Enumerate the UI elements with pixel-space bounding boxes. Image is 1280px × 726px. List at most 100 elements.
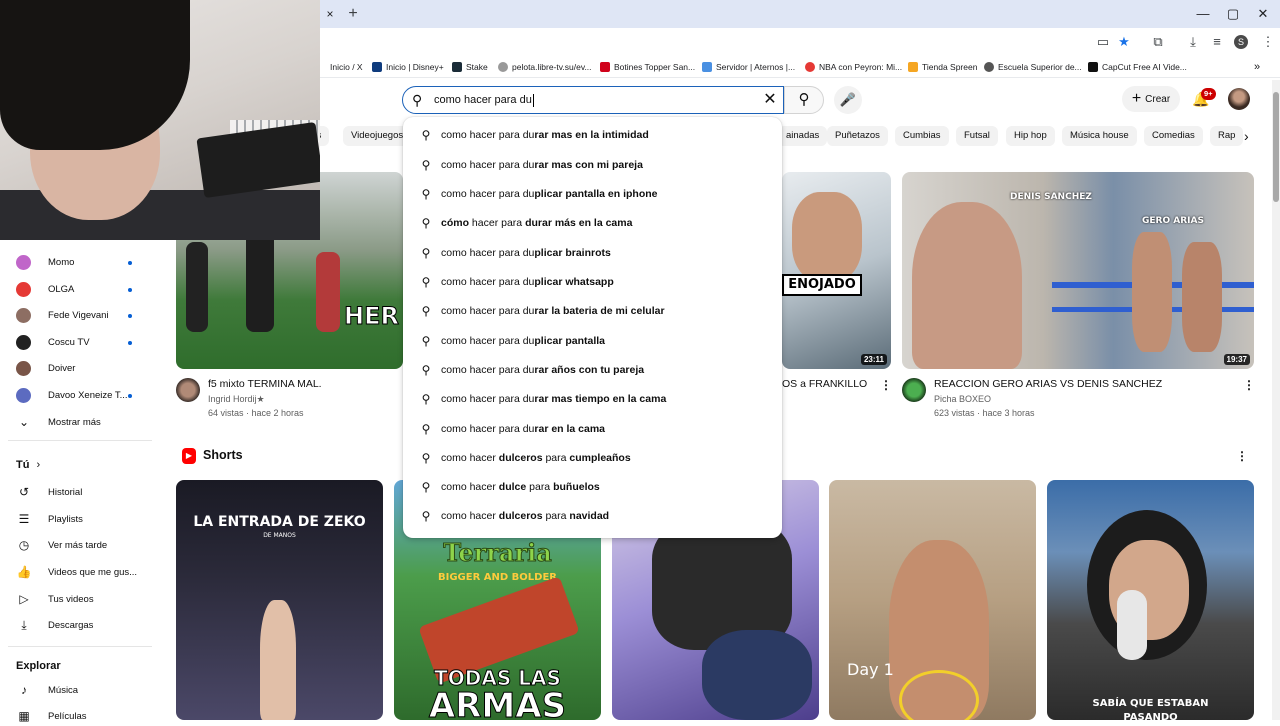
bookmark-item[interactable]: pelota.libre-tv.su/ev... (498, 58, 592, 76)
sidebar-divider (8, 646, 152, 647)
suggestion-item[interactable]: ⚲ como hacer dulce para buñuelos (403, 472, 782, 501)
more-bookmarks-icon[interactable]: » (1254, 58, 1260, 76)
suggestion-item[interactable]: ⚲ como hacer para du rar en la cama (403, 414, 782, 443)
person-figure (912, 202, 1022, 369)
suggestion-item[interactable]: ⚲ como hacer dulceros para navidad (403, 501, 782, 530)
more-options-icon[interactable]: ⋮ (1243, 377, 1255, 393)
suggestion-item[interactable]: ⚲ como hacer para du rar mas con mi pareja (403, 150, 782, 179)
tab-close-icon[interactable]: × (322, 6, 338, 22)
sidebar-item-history[interactable]: ↺ Historial (16, 482, 82, 502)
bookmark-favicon-icon (498, 62, 508, 72)
chip[interactable]: ainadas (778, 126, 828, 146)
sidebar-subscription[interactable]: Momo (16, 252, 74, 272)
show-more-button[interactable]: ⌄ Mostrar más (16, 412, 101, 432)
video-meta: 64 vistas · hace 2 horas (208, 408, 304, 418)
new-tab-button[interactable]: + (344, 5, 362, 23)
video-title[interactable]: OS a FRANKILLO (782, 378, 867, 390)
sidebar-item-liked-videos[interactable]: 👍 Videos que me gus... (16, 562, 138, 582)
search-button[interactable]: ⚲ (784, 86, 824, 114)
bookmark-item[interactable]: Inicio / X (330, 58, 363, 76)
chips-next-arrow-icon[interactable]: › (1244, 126, 1258, 146)
scrollbar-thumb[interactable] (1273, 92, 1279, 202)
sidebar-item-downloads[interactable]: ⤓ Descargas (16, 615, 93, 635)
bookmark-favicon-icon (452, 62, 462, 72)
video-thumbnail[interactable]: DENIS SANCHEZ GERO ARIAS 19:37 (902, 172, 1254, 369)
download-icon[interactable]: ⤓ (1183, 33, 1203, 51)
sidebar-item-movies[interactable]: ▦ Películas (16, 706, 86, 726)
person-hair (0, 0, 190, 150)
sidebar-subscription[interactable]: Doiver (16, 358, 75, 378)
suggestion-item[interactable]: ⚲ como hacer dulceros para cumpleaños (403, 443, 782, 472)
bookmark-item[interactable]: NBA con Peyron: Mi... (805, 58, 902, 76)
suggestion-item[interactable]: ⚲ como hacer para du rar años con tu parej… (403, 355, 782, 384)
suggestion-item[interactable]: ⚲ como hacer para du plicar pantalla (403, 326, 782, 355)
you-section-heading[interactable]: Tú › (16, 459, 40, 471)
bookmark-item[interactable]: Servidor | Aternos |... (702, 58, 795, 76)
suggestion-item[interactable]: ⚲ cómo hacer para durar más en la cama (403, 208, 782, 237)
shorts-more-options-icon[interactable]: ⋮ (1236, 448, 1248, 464)
short-card[interactable]: LA ENTRADA DE ZEKO DE MANOS (176, 480, 383, 720)
sidebar-item-your-videos[interactable]: ▷ Tus videos (16, 589, 93, 609)
sidebar-subscription[interactable]: Davoo Xeneize T... (16, 385, 128, 405)
clear-search-icon[interactable]: ✕ (760, 90, 780, 110)
maximize-button[interactable]: ▢ (1218, 4, 1248, 24)
menu-icon[interactable]: ⋮ (1258, 33, 1278, 51)
boxer-figure (260, 600, 296, 720)
star-icon[interactable]: ★ (1114, 33, 1134, 51)
thumbnail-overlay-text: DENIS SANCHEZ (1010, 192, 1092, 202)
chip[interactable]: Cumbias (895, 126, 949, 146)
music-icon: ♪ (21, 683, 27, 697)
suggestion-item[interactable]: ⚲ como hacer para du plicar brainrots (403, 238, 782, 267)
suggestion-item[interactable]: ⚲ como hacer para du rar mas en la intimid… (403, 120, 782, 149)
search-query-text[interactable]: como hacer para du (434, 92, 534, 108)
video-duration: 19:37 (1223, 354, 1250, 365)
bookmark-item[interactable]: Botines Topper San... (600, 58, 695, 76)
sidebar-subscription[interactable]: Fede Vigevani (16, 305, 109, 325)
suggestion-item[interactable]: ⚲ como hacer para du rar mas tiempo en la … (403, 384, 782, 413)
chip[interactable]: Hip hop (1006, 126, 1055, 146)
bookmark-item[interactable]: Escuela Superior de... (984, 58, 1082, 76)
channel-name[interactable]: Picha BOXEO (934, 394, 991, 404)
sidebar-subscription[interactable]: OLGA (16, 279, 74, 299)
close-window-button[interactable]: ✕ (1248, 4, 1278, 24)
chip[interactable]: Puñetazos (827, 126, 888, 146)
account-avatar[interactable] (1228, 88, 1250, 110)
bookmark-item[interactable]: Inicio | Disney+ (372, 58, 444, 76)
more-options-icon[interactable]: ⋮ (880, 377, 892, 393)
video-title[interactable]: f5 mixto TERMINA MAL. (208, 378, 322, 390)
boxer-figure (1182, 242, 1222, 352)
channel-avatar[interactable] (902, 378, 926, 402)
sidebar-item-music[interactable]: ♪ Música (16, 680, 78, 700)
sidebar-subscription[interactable]: Coscu TV (16, 332, 90, 352)
screen-icon[interactable]: ▭ (1093, 33, 1113, 51)
voice-search-icon[interactable]: 🎤 (834, 86, 862, 114)
bookmark-item[interactable]: CapCut Free AI Vide... (1088, 58, 1187, 76)
channel-name[interactable]: Ingrid Hordij★ (208, 394, 265, 405)
chip[interactable]: Música house (1062, 126, 1137, 146)
chip[interactable]: Rap (1210, 126, 1244, 146)
chip[interactable]: Comedias (1144, 126, 1203, 146)
sidebar-item-watch-later[interactable]: ◷ Ver más tarde (16, 535, 107, 555)
short-card[interactable]: SABÍA QUE ESTABAN PASANDO (1047, 480, 1254, 720)
live-indicator (128, 261, 132, 265)
short-card[interactable]: Day 1 (829, 480, 1036, 720)
playlists-icon: ☰ (18, 512, 30, 526)
profile-icon[interactable]: S (1234, 35, 1248, 49)
create-button[interactable]: + Crear (1122, 86, 1180, 112)
suggestion-item[interactable]: ⚲ como hacer para du plicar whatsapp (403, 267, 782, 296)
sidebar-item-playlists[interactable]: ☰ Playlists (16, 509, 83, 529)
minimize-button[interactable]: — (1188, 4, 1218, 24)
video-thumbnail[interactable]: ENOJADO 23:11 (782, 172, 891, 369)
bookmark-item[interactable]: Tienda Spreen (908, 58, 977, 76)
suggestion-item[interactable]: ⚲ como hacer para du plicar pantalla en ip… (403, 179, 782, 208)
search-icon: ⚲ (421, 479, 431, 494)
video-title[interactable]: REACCION GERO ARIAS VS DENIS SANCHEZ (934, 378, 1162, 390)
channel-avatar[interactable] (176, 378, 200, 402)
bookmark-item[interactable]: Stake (452, 58, 488, 76)
search-icon: ⚲ (421, 362, 431, 377)
suggestion-item[interactable]: ⚲ como hacer para du rar la bateria de mi … (403, 296, 782, 325)
chip[interactable]: Videojuegos (343, 126, 412, 146)
playlist-icon[interactable]: ≡ (1207, 33, 1227, 51)
chip[interactable]: Futsal (956, 126, 998, 146)
extensions-icon[interactable]: ⧉ (1148, 33, 1168, 51)
